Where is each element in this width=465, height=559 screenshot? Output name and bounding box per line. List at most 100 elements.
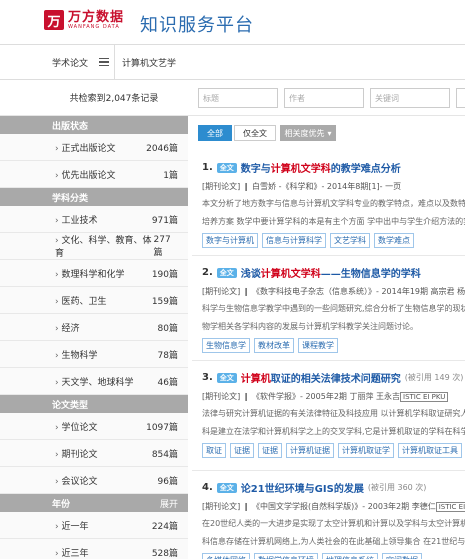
meta-text: [期刊论文] ❙ 《中国文学学报(自然科学版)》- 2003年2期 李德仁 (202, 502, 436, 511)
result-item: 3. 全文 计算机取证的相关法律技术问题研究 (被引用 149 次) [期刊论文] ❙ … (202, 370, 465, 458)
facet-item[interactable]: 优先出版论文 1篇 (0, 161, 188, 188)
facet-item-label: 期刊论文 (55, 447, 97, 460)
result-title-link[interactable]: 论21世纪环境与GIS的发展 (241, 480, 364, 495)
keyword-tag[interactable]: 计算机证据 (286, 443, 334, 458)
result-abstract-line: 本文分析了地方数字与信息与计算机文学科专业的教学特点，难点以及数特，学生普遍 (202, 199, 465, 208)
keyword-tag[interactable]: 数字与计算机 (202, 233, 258, 248)
keyword-tag[interactable]: 文艺学科 (330, 233, 370, 248)
keyword-tag[interactable]: 数学难点 (374, 233, 414, 248)
facet-item[interactable]: 工业技术 971篇 (0, 206, 188, 233)
meta-text: [期刊论文] ❙ 《数字科技电子杂志（信息系统）》- 2014年19期 高宗君 … (202, 287, 465, 296)
sort-label: 相关度优先 (284, 128, 325, 138)
category-select[interactable]: 学术论文 (0, 45, 115, 79)
keyword-tag[interactable]: 信息与计算科学 (262, 233, 326, 248)
platform-title: 知识服务平台 (140, 15, 254, 36)
author-field[interactable]: 作者 (284, 88, 364, 108)
result-title-row: 3. 全文 计算机取证的相关法律技术问题研究 (被引用 149 次) (202, 370, 465, 385)
result-meta: [期刊论文] ❙ 《中国文学学报(自然科学版)》- 2003年2期 李德仁 IST… (202, 501, 465, 512)
result-meta: [期刊论文] ❙ 白雪娇 -《科学和》- 2014年8期[1]- 一页 (202, 181, 465, 192)
citation-count: (被引用 360 次) (367, 483, 427, 492)
title-text: 的教学难点分析 (330, 164, 401, 175)
logo-en: WANFANG DATA (68, 23, 120, 30)
facet-item[interactable]: 近一年 224篇 (0, 512, 188, 539)
facet-item[interactable]: 经济 80篇 (0, 314, 188, 341)
facet-item-label: 学位论文 (55, 420, 97, 433)
facet-item-count: 96篇 (157, 476, 178, 487)
keyword-tag[interactable]: 计算机取证学 (338, 443, 394, 458)
keyword-tag[interactable]: 数据学信息环境 (254, 553, 318, 559)
query-input[interactable]: 计算机文艺学 (122, 56, 176, 69)
facet-section-title: 年份 (52, 499, 71, 510)
result-title-row: 1. 全文 数字与计算机文学科的教学难点分析 (202, 160, 465, 175)
category-label: 学术论文 (52, 58, 89, 69)
results-panel: 标题 作者 关键词 全部 仅全文 相关度优先 ▾ 1. 全文 数字与计算机文学科的教学… (188, 80, 465, 559)
facet-item[interactable]: 正式出版论文 2046篇 (0, 134, 188, 161)
sort-dropdown[interactable]: 相关度优先 ▾ (280, 125, 336, 141)
title-text: 论21世纪 (240, 484, 285, 495)
result-abstract-line: 法律与研究计算机证据的有关法律特征及科技应用 以计算机学科取证研究人员即以技术 (202, 409, 465, 418)
facet-item-label: 经济 (55, 321, 79, 334)
facet-item-label: 医药、卫生 (55, 294, 106, 307)
result-title-row: 4. 全文 论21世纪环境与GIS的发展 (被引用 360 次) (202, 480, 465, 495)
facet-item-count: 1篇 (163, 170, 178, 181)
keyword-tag[interactable]: 取证 (202, 443, 226, 458)
facet-item[interactable]: 学位论文 1097篇 (0, 413, 188, 440)
result-divider (192, 470, 465, 471)
wanfang-logo[interactable]: 万 万方数据 WANFANG DATA (44, 10, 124, 30)
tab-fulltext-only[interactable]: 仅全文 (234, 125, 276, 141)
keyword-field[interactable]: 关键词 (370, 88, 450, 108)
tab-all[interactable]: 全部 (198, 125, 232, 141)
result-item: 4. 全文 论21世纪环境与GIS的发展 (被引用 360 次) [期刊论文] ❙ 《中… (202, 480, 465, 559)
result-divider (192, 360, 465, 361)
facet-section-header: 年份 展开 (0, 494, 188, 512)
result-title-link[interactable]: 浅谈计算机文学科——生物信息学的学科 (241, 265, 421, 280)
keyword-tag[interactable]: 证据 (230, 443, 254, 458)
facet-item-count: 159篇 (151, 296, 178, 307)
fulltext-badge: 全文 (216, 162, 237, 173)
facet-item[interactable]: 数理科学和化学 190篇 (0, 260, 188, 287)
keyword-tag[interactable]: 课程教学 (298, 338, 338, 353)
keyword-tag[interactable]: 计算机取证工具 (398, 443, 462, 458)
title-text: 取证的相关法律技术问题研究 (270, 374, 401, 385)
facet-item[interactable]: 医药、卫生 159篇 (0, 287, 188, 314)
facet-item-count: 224篇 (151, 521, 178, 532)
advanced-search-row: 标题 作者 关键词 (188, 80, 465, 116)
facet-item-count: 1097篇 (146, 422, 178, 433)
facet-item[interactable]: 近三年 528篇 (0, 539, 188, 559)
facet-item-count: 190篇 (151, 269, 178, 280)
index-badges: ISTIC EI PKU (400, 392, 449, 402)
title-field[interactable]: 标题 (198, 88, 278, 108)
facet-section-header: 学科分类 (0, 188, 188, 206)
title-highlight: 计算机文学科 (270, 164, 331, 175)
title-highlight: 计算机 (240, 374, 271, 385)
facet-item-count: 46篇 (157, 377, 178, 388)
result-number: 4. (202, 482, 213, 493)
keyword-tag[interactable]: 教材改革 (254, 338, 294, 353)
logo-mark-icon: 万 (44, 10, 64, 30)
facet-item[interactable]: 文化、科学、教育、体育277篇 (0, 233, 188, 260)
facet-item-label: 近三年 (55, 546, 88, 559)
result-abstract-line: 在20世纪人类的一大进步是实现了太空计算机和计算以及学科与太空计算机及人类数以及… (202, 519, 465, 528)
facet-item[interactable]: 期刊论文 854篇 (0, 440, 188, 467)
keyword-tag[interactable]: 地理信息系统 (322, 553, 378, 559)
keyword-tag[interactable]: 空间数据 (382, 553, 422, 559)
extra-field[interactable] (456, 88, 465, 108)
menu-icon[interactable] (99, 58, 109, 66)
keyword-tag[interactable]: 证据 (258, 443, 282, 458)
keyword-tags: 多媒体网络数据学信息环境地理信息系统空间数据 (202, 553, 465, 559)
facet-item-label: 工业技术 (55, 213, 97, 226)
facet-expand-link[interactable]: 展开 (160, 497, 178, 510)
facet-section-title: 出版状态 (52, 121, 89, 132)
result-item: 1. 全文 数字与计算机文学科的教学难点分析 [期刊论文] ❙ 白雪娇 -《科学和》-… (202, 160, 465, 248)
result-abstract-line: 科学与生物信息学教学中遇到的一些问题研究,综合分析了生物信息学的现状,提出了生 (202, 304, 465, 313)
keyword-tag[interactable]: 多媒体网络 (202, 553, 250, 559)
result-title-link[interactable]: 数字与计算机文学科的教学难点分析 (241, 160, 401, 175)
facet-item[interactable]: 天文学、地球科学 46篇 (0, 368, 188, 395)
result-title-link[interactable]: 计算机取证的相关法律技术问题研究 (241, 370, 401, 385)
facet-item[interactable]: 生物科学 78篇 (0, 341, 188, 368)
fulltext-badge: 全文 (216, 267, 237, 278)
keyword-tag[interactable]: 生物信息学 (202, 338, 250, 353)
facet-item[interactable]: 会议论文 96篇 (0, 467, 188, 494)
facet-section-title: 学科分类 (52, 193, 89, 204)
result-count: 共检索到2,047条记录 (0, 80, 188, 116)
